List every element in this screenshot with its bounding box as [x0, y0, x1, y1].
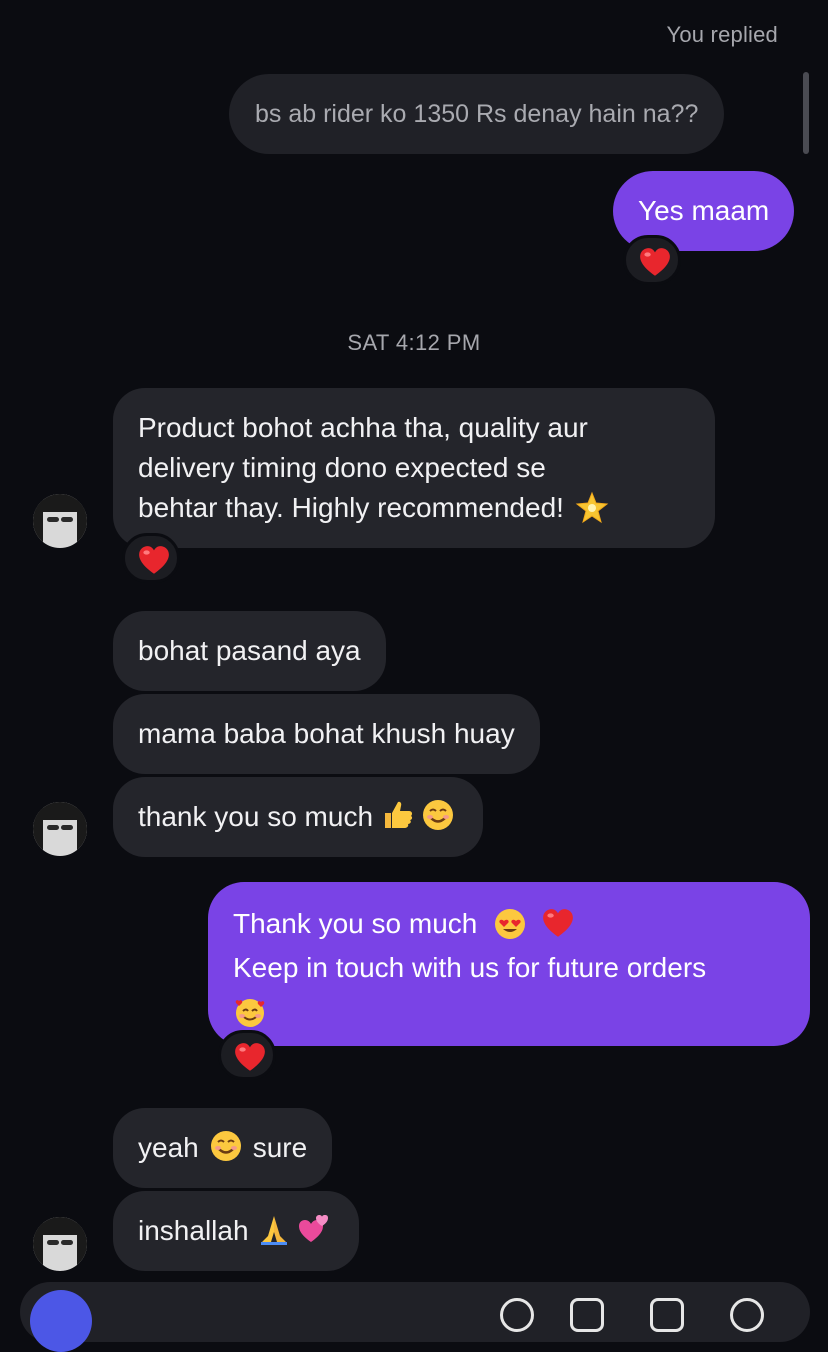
outgoing-message[interactable]: Thank you so much Keep in touch with us … — [208, 882, 810, 1046]
message-line: Thank you so much — [233, 902, 785, 946]
red-heart-icon — [638, 246, 670, 276]
quoted-message[interactable]: bs ab rider ko 1350 Rs denay hain na?? — [229, 74, 725, 154]
incoming-message[interactable]: thank you so much — [113, 777, 484, 857]
smiling-face-icon — [209, 1129, 243, 1163]
incoming-message[interactable]: Product bohot achha tha, quality aur del… — [113, 388, 715, 548]
glowing-star-icon — [575, 491, 609, 525]
scroll-indicator[interactable] — [803, 72, 809, 154]
smiling-face-icon — [421, 798, 455, 832]
you-replied-label: You replied — [666, 22, 778, 47]
message-line: behtar thay. Highly recommended! — [138, 488, 690, 528]
contact-avatar[interactable] — [33, 1217, 87, 1271]
message-line: Keep in touch with us for future orders — [233, 952, 707, 983]
heart-eyes-icon — [493, 907, 527, 941]
incoming-message[interactable]: inshallah — [113, 1191, 359, 1271]
thumbs-up-icon — [381, 798, 415, 832]
red-heart-icon — [541, 907, 575, 941]
camera-button[interactable] — [30, 1290, 92, 1352]
incoming-message[interactable]: yeah sure — [113, 1108, 333, 1188]
incoming-message[interactable]: mama baba bohat khush huay — [113, 694, 540, 774]
message-text: Yes maam — [638, 195, 770, 226]
smiling-face-with-hearts-icon — [233, 995, 267, 1029]
heart-reaction[interactable] — [122, 533, 180, 583]
heart-reaction[interactable] — [218, 1030, 276, 1080]
contact-avatar[interactable] — [33, 494, 87, 548]
message-composer[interactable] — [20, 1282, 810, 1342]
gallery-icon[interactable] — [570, 1298, 604, 1332]
revolving-hearts-icon — [297, 1212, 331, 1246]
message-text: yeah — [138, 1132, 199, 1163]
heart-reaction[interactable] — [623, 235, 681, 285]
message-line — [233, 990, 785, 1034]
message-text: sure — [252, 1132, 308, 1163]
message-line: delivery timing dono expected se — [138, 452, 546, 483]
red-heart-icon — [233, 1041, 265, 1071]
folded-hands-icon — [257, 1212, 291, 1246]
message-text: thank you so much — [138, 801, 374, 832]
timestamp-divider: SAT 4:12 PM — [347, 330, 481, 355]
contact-avatar[interactable] — [33, 802, 87, 856]
message-text: bohat pasand aya — [138, 635, 361, 666]
message-line: Product bohot achha tha, quality aur — [138, 412, 588, 443]
incoming-message[interactable]: bohat pasand aya — [113, 611, 386, 691]
sticker-icon[interactable] — [650, 1298, 684, 1332]
microphone-icon[interactable] — [500, 1298, 534, 1332]
red-heart-icon — [137, 544, 169, 574]
add-icon[interactable] — [730, 1298, 764, 1332]
message-text: mama baba bohat khush huay — [138, 718, 515, 749]
message-text: inshallah — [138, 1215, 249, 1246]
